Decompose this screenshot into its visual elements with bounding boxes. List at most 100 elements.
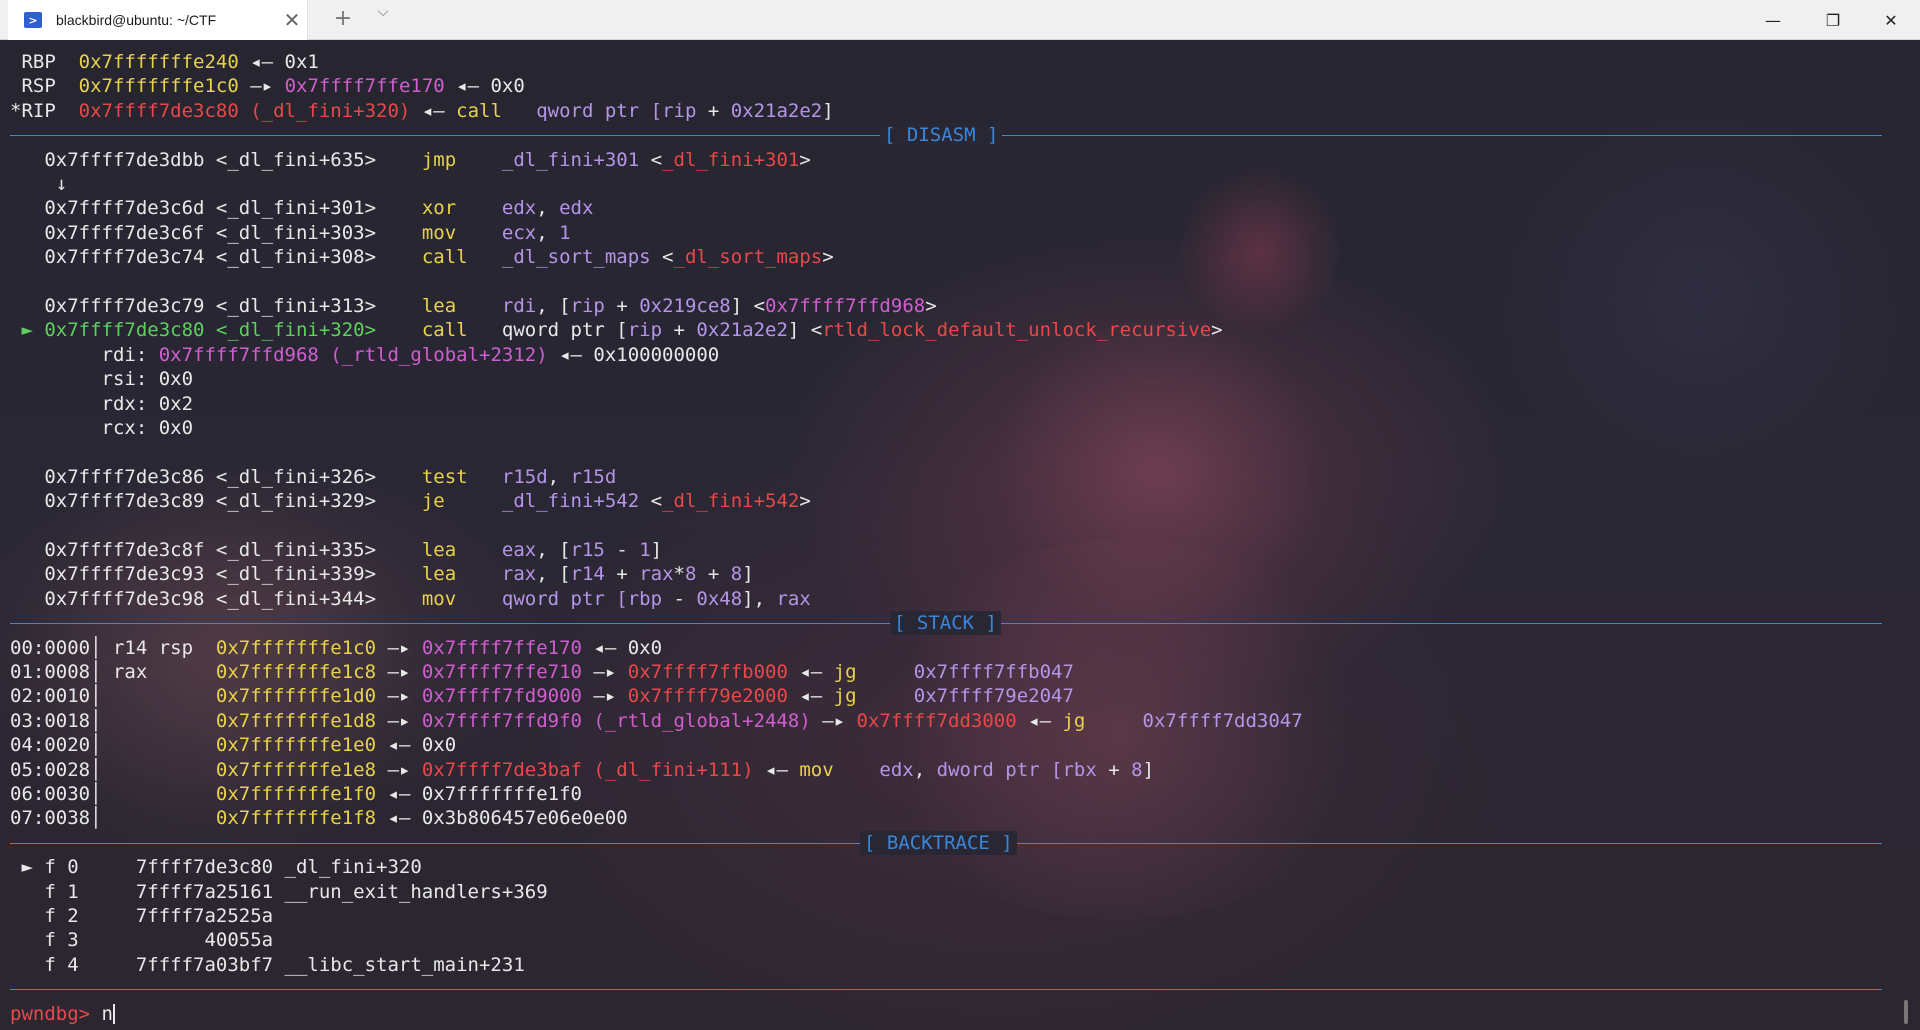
disasm-line-segment: 0x7ffff7de3dbb <_dl_fini+635> xyxy=(10,148,422,171)
stack-line: 06:0030│ 0x7fffffffe1f0 ◂— 0x7fffffffe1f… xyxy=(10,782,582,806)
disasm-line-segment: _dl_fini+301 xyxy=(456,148,640,171)
stack-line-segment: 02:0010│ xyxy=(10,685,216,708)
backtrace-line: f 2 7ffff7a2525a xyxy=(10,904,273,928)
register-line-segment: + xyxy=(696,99,731,122)
disasm-line-segment: 0x48 xyxy=(696,587,743,610)
stack-line-segment: rbx xyxy=(1062,758,1097,781)
disasm-line-segment: ] < xyxy=(787,319,823,342)
wallpaper-shape xyxy=(1180,160,1340,340)
terminal-icon: > xyxy=(24,12,42,28)
disasm-line-segment: 8 xyxy=(684,563,697,586)
disasm-line-segment xyxy=(10,271,21,293)
disasm-line-segment: < xyxy=(639,148,663,171)
disasm-line-segment: lea xyxy=(421,563,457,586)
disasm-line-segment xyxy=(10,515,21,537)
section-separator-end xyxy=(10,977,1882,1001)
register-line-segment: 0x7ffff7ffe170 xyxy=(284,75,445,98)
disasm-line-segment: rdi xyxy=(456,295,537,317)
stack-line-segment: ◂— 0x0 xyxy=(581,636,663,659)
backtrace-line: f 4 7ffff7a03bf7 __libc_start_main+231 xyxy=(10,953,524,977)
window-titlebar: > blackbird@ubuntu: ~/CTF ✕ + ⌵ — ❐ ✕ xyxy=(0,0,1920,40)
backtrace-line-segment: ► f 0 7ffff7de3c80 _dl_fini+320 xyxy=(10,856,422,879)
disasm-line: 0x7ffff7de3c93 <_dl_fini+339> lea rax, [… xyxy=(10,562,753,586)
maximize-button[interactable]: ❐ xyxy=(1804,0,1862,40)
disasm-line-segment: 0x7ffff7ffd968 (_rtld_global+2312) xyxy=(158,343,548,366)
disasm-line: 0x7ffff7de3dbb <_dl_fini+635> jmp _dl_fi… xyxy=(10,148,810,172)
disasm-line-segment: - xyxy=(604,539,640,561)
stack-line-segment: 0x7ffff79e2000 xyxy=(627,685,788,708)
disasm-line: ↓ xyxy=(10,172,67,196)
stack-line-segment: 00:0000│ r14 rsp xyxy=(10,636,216,659)
backtrace-line: ► f 0 7ffff7de3c80 _dl_fini+320 xyxy=(10,855,422,879)
disasm-line-segment: > xyxy=(822,246,834,269)
stack-line-segment: ◂— xyxy=(1016,709,1063,732)
disasm-line-segment: lea xyxy=(421,295,457,317)
disasm-line: rsi: 0x0 xyxy=(10,367,194,391)
register-line: *RIP 0x7ffff7de3c80 (_dl_fini+320) ◂— ca… xyxy=(10,99,834,123)
disasm-line-segment: xor xyxy=(421,197,457,220)
close-window-button[interactable]: ✕ xyxy=(1862,0,1920,40)
disasm-line-segment: 1 xyxy=(559,221,571,244)
disasm-line-segment: 0x7ffff7de3c74 <_dl_fini+308> xyxy=(10,246,422,269)
stack-line-segment: 0x7ffff79e2047 xyxy=(856,685,1074,708)
stack-line-segment: 04:0020│ xyxy=(10,734,216,757)
stack-line-segment: jg xyxy=(1062,709,1086,732)
separator-rule xyxy=(10,989,1882,991)
register-line-segment: ◂— 0x1 xyxy=(238,51,319,73)
disasm-line-segment: _dl_sort_maps xyxy=(467,246,651,269)
stack-line-segment: 03:0018│ xyxy=(10,709,216,732)
register-line: RBP 0x7fffffffe240 ◂— 0x1 xyxy=(10,50,319,74)
stack-line-segment: ◂— 0x7fffffffe1f0 xyxy=(376,783,582,805)
disasm-line-segment: rax xyxy=(639,563,674,586)
disasm-line-segment: 0x7ffff7de3c93 <_dl_fini+339> xyxy=(10,563,422,586)
disasm-line-segment: rbp xyxy=(627,587,663,610)
stack-line-segment: —▸ xyxy=(810,709,857,732)
command-input[interactable]: n xyxy=(102,1003,113,1025)
register-line-segment: *RIP xyxy=(10,99,79,122)
scrollbar[interactable] xyxy=(1904,1000,1908,1024)
disasm-line xyxy=(10,514,21,538)
disasm-line-segment: ► 0x7ffff7de3c80 <_dl_fini+320> xyxy=(10,319,422,342)
disasm-line-segment: , [ xyxy=(536,295,571,317)
stack-line: 01:0008│ rax 0x7fffffffe1c8 —▸ 0x7ffff7f… xyxy=(10,660,1074,684)
register-line-segment: call xyxy=(456,99,502,122)
stack-line-segment: 0x7ffff7ffb047 xyxy=(856,661,1074,683)
backtrace-line-segment: f 2 7ffff7a2525a xyxy=(10,905,274,927)
disasm-line-segment: 0x7ffff7de3c98 <_dl_fini+344> xyxy=(10,587,422,610)
section-label-backtrace: [ BACKTRACE ] xyxy=(860,830,1017,855)
stack-line-segment: 0x7fffffffe1d8 xyxy=(215,709,377,732)
disasm-line-segment: 0x7ffff7de3c6d <_dl_fini+301> xyxy=(10,197,422,220)
register-line-segment: RSP xyxy=(10,75,79,98)
disasm-line-segment: test xyxy=(421,465,468,488)
stack-line-segment: 0x7fffffffe1c0 xyxy=(215,636,377,659)
terminal-tab[interactable]: > blackbird@ubuntu: ~/CTF ✕ xyxy=(8,0,308,40)
disasm-line-segment: qword ptr [ xyxy=(456,587,628,610)
disasm-line-segment: + xyxy=(604,563,640,586)
disasm-line-segment: , xyxy=(536,197,560,220)
new-tab-button[interactable]: + xyxy=(328,4,358,36)
stack-line-segment: 0x7ffff7de3baf (_dl_fini+111) xyxy=(421,758,754,781)
register-line-segment: ◂— xyxy=(410,99,457,122)
tab-dropdown-button[interactable]: ⌵ xyxy=(368,4,398,36)
disasm-line-segment: - xyxy=(662,587,697,610)
stack-line-segment: —▸ xyxy=(376,636,422,659)
disasm-line-segment: > xyxy=(925,295,937,317)
disasm-line: 0x7ffff7de3c74 <_dl_fini+308> call _dl_s… xyxy=(10,245,834,269)
register-line-segment: ] xyxy=(822,99,834,122)
minimize-button[interactable]: — xyxy=(1744,0,1802,40)
disasm-line-segment: rip xyxy=(570,295,605,317)
disasm-line: ► 0x7ffff7de3c80 <_dl_fini+320> call qwo… xyxy=(10,318,1222,342)
tab-close-icon[interactable]: ✕ xyxy=(277,8,307,32)
register-line-segment: —▸ xyxy=(238,75,285,98)
register-line-segment: ◂— 0x0 xyxy=(444,75,525,98)
stack-line-segment: 0x7ffff7dd3047 xyxy=(1085,709,1303,732)
disasm-line-segment: rsi: 0x0 xyxy=(10,368,194,391)
command-prompt-line[interactable]: pwndbg> n xyxy=(10,1002,115,1026)
terminal-output[interactable]: RBP 0x7fffffffe240 ◂— 0x1 RSP 0x7fffffff… xyxy=(0,40,1920,1030)
register-line-segment: 0x7fffffffe240 xyxy=(78,51,239,73)
stack-line-segment: 05:0028│ xyxy=(10,758,216,781)
stack-line: 05:0028│ 0x7fffffffe1e8 —▸ 0x7ffff7de3ba… xyxy=(10,758,1154,782)
stack-line-segment: —▸ xyxy=(376,709,422,732)
disasm-line-segment: rcx: 0x0 xyxy=(10,417,194,439)
disasm-line-segment: jmp xyxy=(421,148,457,171)
